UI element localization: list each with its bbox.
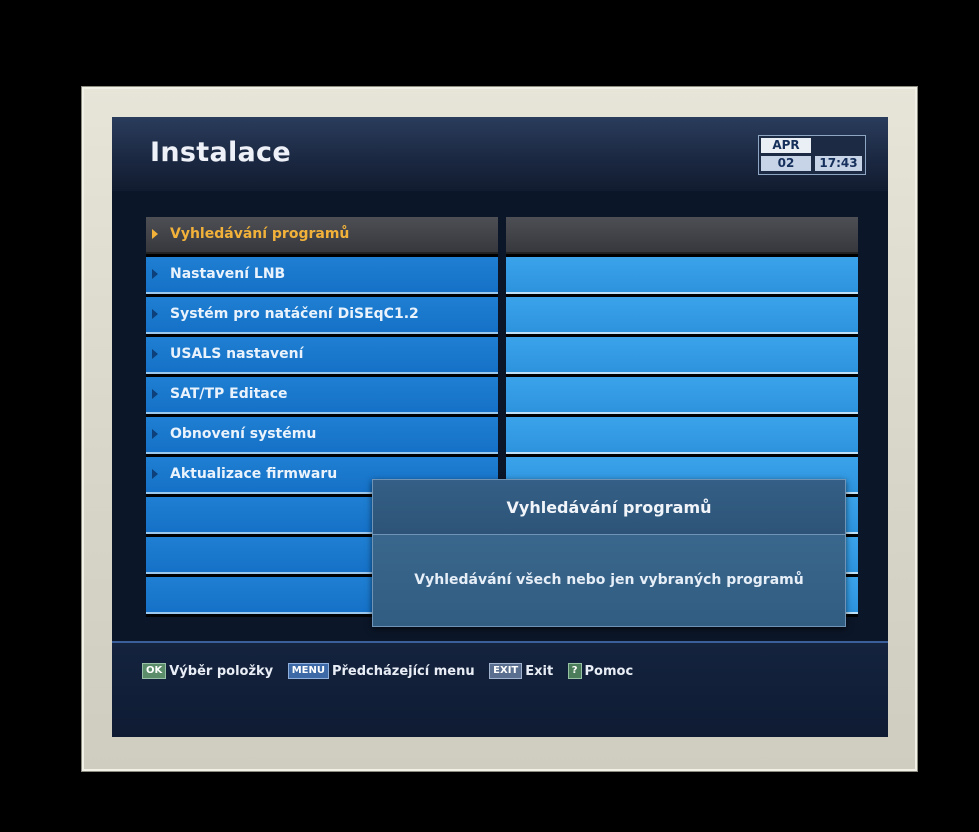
menu-item-label: Systém pro natáčení DiSEqC1.2	[170, 306, 419, 322]
menu-key-icon: MENU	[287, 663, 329, 679]
submenu-row	[506, 257, 858, 294]
header-bar: Instalace APR 02 17:43	[112, 117, 888, 191]
menu-item-label: Aktualizace firmwaru	[170, 466, 338, 482]
exit-key-icon: EXIT	[489, 663, 523, 679]
menu-item-label: SAT/TP Editace	[170, 386, 288, 402]
menu-item-diseqc[interactable]: Systém pro natáčení DiSEqC1.2	[146, 297, 498, 334]
chevron-right-icon	[152, 309, 158, 319]
ok-key-label: Výběr položky	[169, 663, 274, 679]
chevron-right-icon	[152, 349, 158, 359]
ok-key-icon: OK	[142, 663, 167, 679]
clock-time: 17:43	[815, 156, 862, 171]
menu-item-lnb-settings[interactable]: Nastavení LNB	[146, 257, 498, 294]
chevron-right-icon	[152, 389, 158, 399]
submenu-row	[506, 297, 858, 334]
date-time-display: APR 02 17:43	[758, 135, 866, 175]
exit-key-label: Exit	[525, 663, 554, 679]
submenu-row	[506, 417, 858, 454]
menu-item-label: Obnovení systému	[170, 426, 317, 442]
chevron-right-icon	[152, 269, 158, 279]
date-day: 02	[761, 156, 811, 171]
menu-item-label: USALS nastavení	[170, 346, 304, 362]
chevron-right-icon	[152, 469, 158, 479]
submenu-header-row	[506, 217, 858, 254]
stb-screen: Instalace APR 02 17:43 Vyhledávání progr…	[112, 117, 888, 737]
help-key-label: Pomoc	[584, 663, 634, 679]
submenu-row	[506, 377, 858, 414]
page-title: Instalace	[150, 137, 291, 168]
popup-description: Vyhledávání všech nebo jen vybraných pro…	[414, 572, 804, 588]
menu-item-system-restore[interactable]: Obnovení systému	[146, 417, 498, 454]
help-key-icon: ?	[567, 663, 582, 679]
menu-item-sat-tp-edit[interactable]: SAT/TP Editace	[146, 377, 498, 414]
key-legend: OK Výběr položky MENU Předcházející menu E…	[142, 663, 643, 679]
popup-title-bar: Vyhledávání programů	[373, 480, 845, 535]
info-popup: Vyhledávání programů Vyhledávání všech n…	[372, 479, 846, 627]
footer-help-bar: OK Výběr položky MENU Předcházející menu E…	[112, 641, 888, 737]
menu-item-label: Vyhledávání programů	[170, 226, 350, 242]
menu-item-program-search[interactable]: Vyhledávání programů	[146, 217, 498, 254]
menu-item-usals[interactable]: USALS nastavení	[146, 337, 498, 374]
popup-title: Vyhledávání programů	[506, 498, 712, 517]
menu-item-label: Nastavení LNB	[170, 266, 286, 282]
menu-key-label: Předcházející menu	[331, 663, 475, 679]
chevron-right-icon	[152, 229, 158, 239]
chevron-right-icon	[152, 429, 158, 439]
date-month: APR	[761, 138, 811, 153]
submenu-row	[506, 337, 858, 374]
